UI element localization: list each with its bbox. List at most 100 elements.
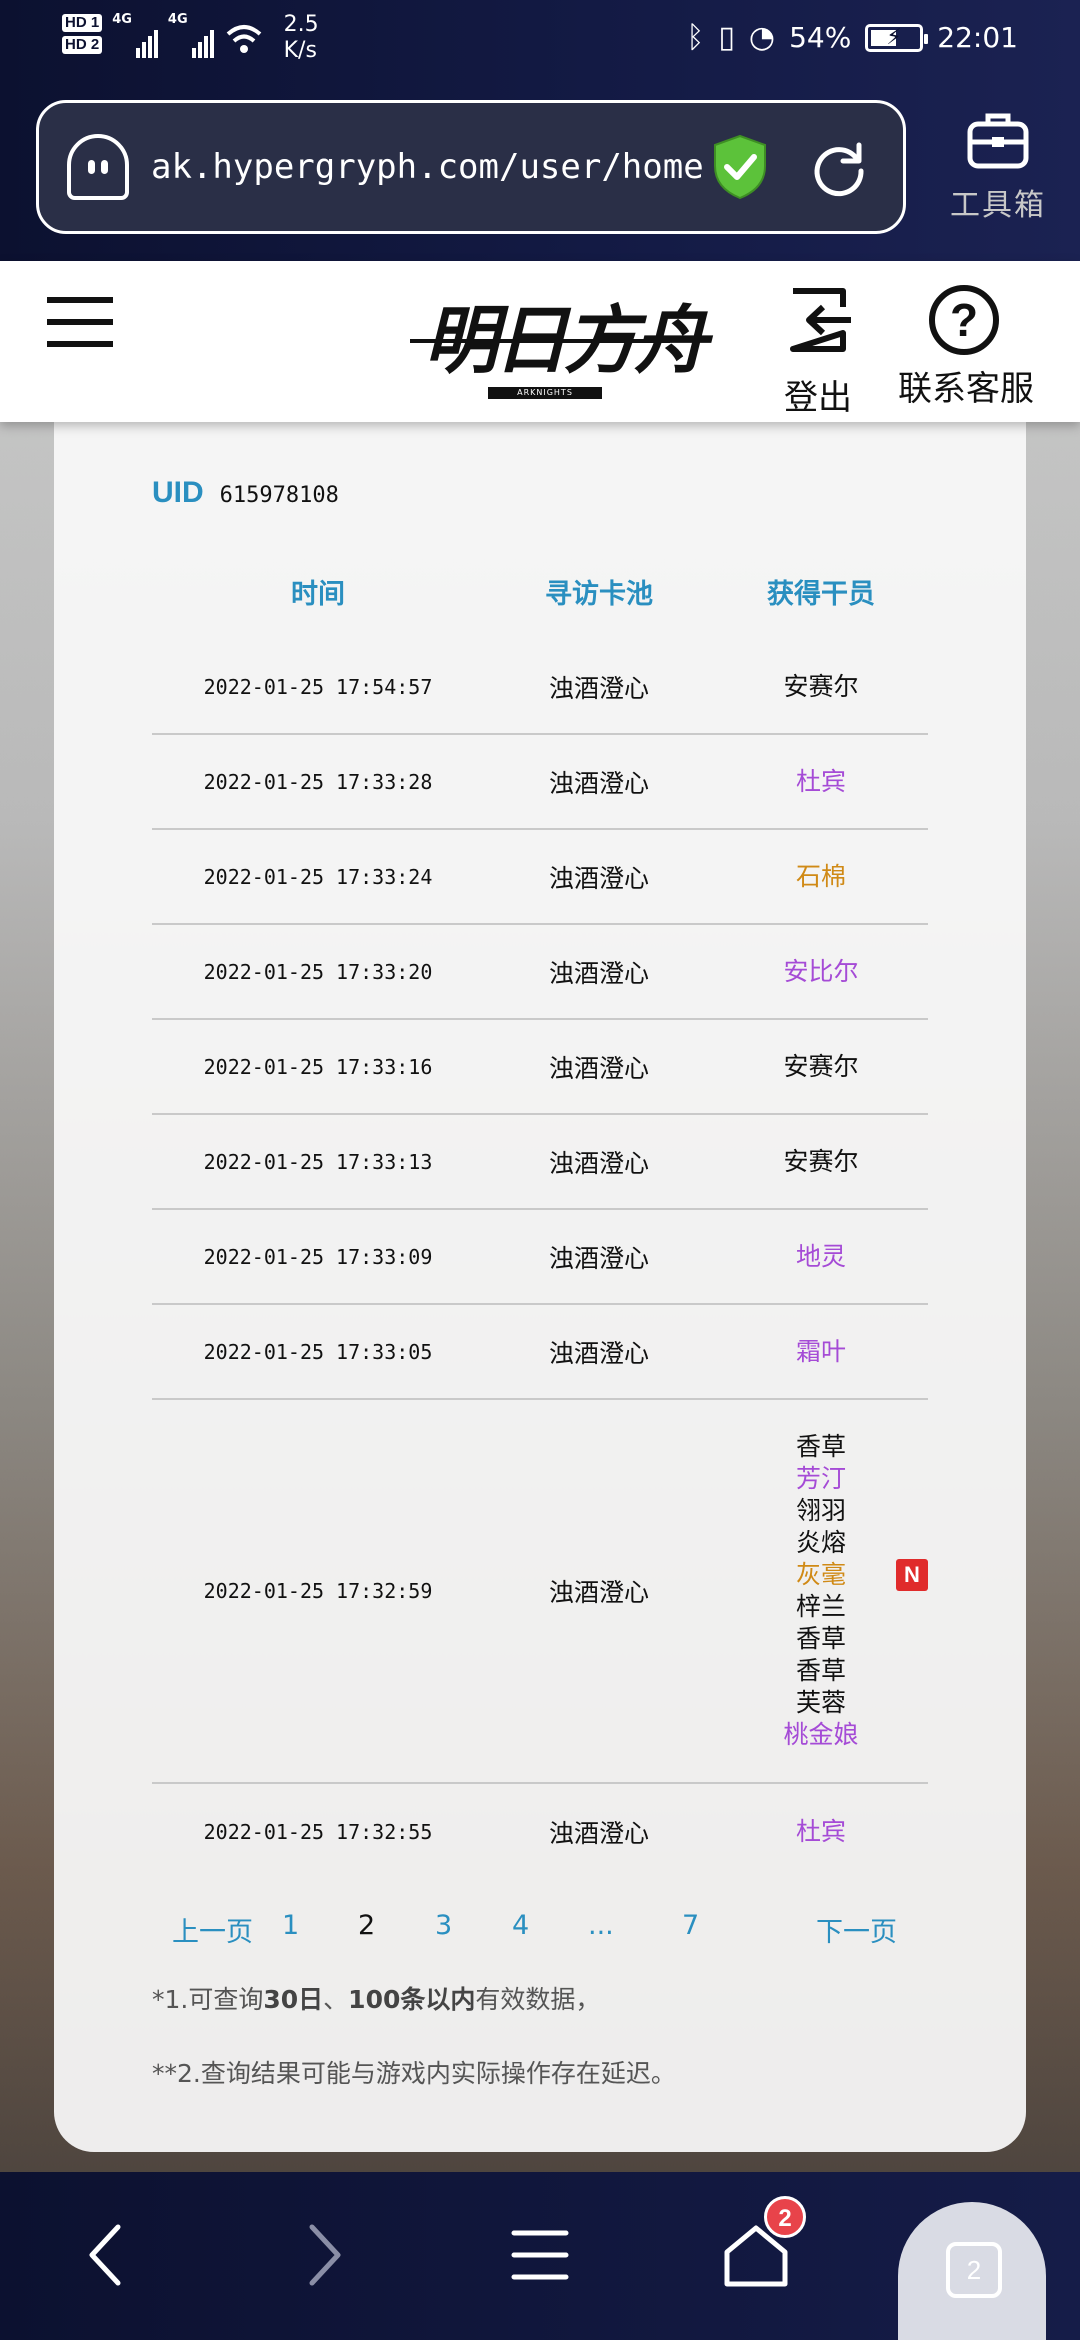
browser-chrome: HD 1 HD 2 4G 4G 2.5 K/s ᛒ ▯ ◔ 54% ⚡ 22:0… bbox=[0, 0, 1080, 261]
vibrate-icon: ▯ bbox=[718, 20, 735, 55]
table-row: 2022-01-25 17:33:05 浊酒澄心 霜叶 bbox=[152, 1305, 928, 1400]
back-button[interactable] bbox=[56, 2210, 156, 2300]
operator-name: 芳汀 bbox=[795, 1464, 846, 1493]
table-row: 2022-01-25 17:32:59 浊酒澄心 香草 芳汀 翎羽 炎熔 灰毫 N 梓兰 香草 香草… bbox=[152, 1400, 928, 1784]
logout-button[interactable]: 登出 bbox=[778, 285, 858, 419]
url-text[interactable]: ak.hypergryph.com/user/home bbox=[151, 147, 711, 187]
cell-time: 2022-01-25 17:33:16 bbox=[203, 1054, 433, 1079]
cell-operators: 香草 芳汀 翎羽 炎熔 灰毫 N 梓兰 香草 香草 芙蓉 桃金娘 bbox=[714, 1431, 928, 1751]
new-badge: N bbox=[896, 1559, 928, 1591]
notes: *1.可查询30日、100条以内有效数据， **2.查询结果可能与游戏内实际操作… bbox=[152, 1980, 952, 2128]
note-2: **2.查询结果可能与游戏内实际操作存在延迟。 bbox=[152, 2059, 676, 2088]
table-row: 2022-01-25 17:33:20 浊酒澄心 安比尔 bbox=[152, 925, 928, 1020]
cell-pool: 浊酒澄心 bbox=[548, 958, 649, 988]
cell-operators: 杜宾 bbox=[714, 766, 928, 798]
cell-operators: 地灵 bbox=[714, 1241, 928, 1273]
operator-name: 香草 bbox=[795, 1656, 846, 1685]
logo-text: 明日方舟 bbox=[424, 298, 708, 384]
reload-icon[interactable] bbox=[809, 137, 869, 197]
logout-label: 登出 bbox=[784, 378, 852, 418]
toolbox-icon bbox=[967, 113, 1029, 169]
operator-name: 香草 bbox=[795, 1624, 846, 1653]
bottom-navigation: 2 bbox=[0, 2172, 1080, 2340]
prev-page-button[interactable]: 上一页 bbox=[172, 1910, 253, 1949]
bluetooth-icon: ᛒ bbox=[686, 20, 705, 55]
operator-name: 安赛尔 bbox=[783, 1146, 859, 1176]
cell-pool: 浊酒澄心 bbox=[548, 863, 649, 893]
wifi-icon bbox=[226, 25, 261, 53]
table-row: 2022-01-25 17:33:16 浊酒澄心 安赛尔 bbox=[152, 1020, 928, 1115]
cell-time: 2022-01-25 17:32:59 bbox=[203, 1579, 433, 1603]
cell-operators: 安比尔 bbox=[714, 956, 928, 988]
toolbox-label: 工具箱 bbox=[950, 188, 1046, 223]
cell-time: 2022-01-25 17:54:57 bbox=[203, 674, 433, 699]
table-row: 2022-01-25 17:33:24 浊酒澄心 石棉 bbox=[152, 830, 928, 925]
signal-icon-2: 4G bbox=[168, 12, 214, 58]
menu-icon[interactable] bbox=[47, 297, 113, 351]
next-page-button[interactable]: 下一页 bbox=[816, 1910, 897, 1949]
site-header: 明日方舟 ARKNIGHTS 登出 ? 联系客服 bbox=[0, 261, 1080, 422]
security-shield-icon[interactable] bbox=[711, 134, 769, 200]
battery-icon: ⚡ bbox=[865, 23, 929, 52]
operator-name: 翎羽 bbox=[795, 1496, 846, 1525]
tabs-button[interactable]: 2 bbox=[898, 2202, 1046, 2340]
cell-pool: 浊酒澄心 bbox=[548, 1338, 649, 1368]
page-7-button[interactable]: 7 bbox=[682, 1910, 699, 1941]
clock: 22:01 bbox=[937, 21, 1018, 54]
status-bar-right: ᛒ ▯ ◔ 54% ⚡ 22:01 bbox=[686, 20, 1018, 55]
cell-time: 2022-01-25 17:33:24 bbox=[203, 864, 433, 889]
net-speed: 2.5 K/s bbox=[283, 12, 319, 63]
cell-operators: 石棉 bbox=[714, 861, 928, 893]
page-2-button[interactable]: 2 bbox=[358, 1910, 375, 1941]
history-table-body: 2022-01-25 17:54:57 浊酒澄心 安赛尔 2022-01-25 17:… bbox=[152, 640, 928, 1879]
table-row: 2022-01-25 17:33:09 浊酒澄心 地灵 bbox=[152, 1210, 928, 1305]
uid-row: UID 615978108 bbox=[152, 476, 339, 510]
operator-name: 杜宾 bbox=[795, 766, 846, 796]
page-1-button[interactable]: 1 bbox=[282, 1910, 299, 1941]
cell-pool: 浊酒澄心 bbox=[548, 1243, 649, 1273]
operator-name: 石棉 bbox=[795, 861, 846, 891]
note-1: *1.可查询30日、100条以内有效数据， bbox=[152, 1985, 601, 2014]
performance-icon: ◔ bbox=[748, 20, 776, 55]
cell-pool: 浊酒澄心 bbox=[548, 1578, 649, 1607]
cell-pool: 浊酒澄心 bbox=[548, 768, 649, 798]
table-header: 时间 寻访卡池 获得干员 bbox=[152, 572, 928, 622]
page-4-button[interactable]: 4 bbox=[512, 1910, 529, 1941]
tabs-count: 2 bbox=[946, 2242, 1002, 2298]
ghost-icon[interactable] bbox=[67, 134, 129, 200]
back-icon bbox=[89, 2224, 121, 2286]
table-row: 2022-01-25 17:32:55 浊酒澄心 杜宾 bbox=[152, 1784, 928, 1879]
arknights-logo[interactable]: 明日方舟 ARKNIGHTS bbox=[410, 279, 708, 407]
operator-name: 霜叶 bbox=[795, 1336, 846, 1366]
cell-time: 2022-01-25 17:33:20 bbox=[203, 959, 433, 984]
home-notification-badge: 2 bbox=[764, 2196, 806, 2238]
cell-operators: 霜叶 bbox=[714, 1336, 928, 1368]
forward-button[interactable] bbox=[274, 2210, 374, 2300]
cell-operators: 安赛尔 bbox=[714, 1146, 928, 1178]
operator-name: 香草 bbox=[795, 1432, 846, 1461]
cell-operators: 安赛尔 bbox=[714, 1051, 928, 1083]
forward-icon bbox=[309, 2224, 341, 2286]
battery-percent: 54% bbox=[789, 21, 852, 54]
cell-time: 2022-01-25 17:32:55 bbox=[203, 1819, 433, 1844]
operator-name: 芙蓉 bbox=[795, 1688, 846, 1717]
pagination: 上一页 1 2 3 4 ... 7 下一页 bbox=[152, 1910, 928, 1950]
signal-icon: 4G bbox=[112, 12, 158, 58]
support-label: 联系客服 bbox=[898, 369, 1034, 409]
operator-name: 安比尔 bbox=[783, 956, 859, 986]
toolbox-button[interactable]: 工具箱 bbox=[948, 110, 1048, 224]
operator-name: 梓兰 bbox=[795, 1592, 846, 1621]
cell-time: 2022-01-25 17:33:28 bbox=[203, 769, 433, 794]
status-bar-left: HD 1 HD 2 4G 4G 2.5 K/s bbox=[62, 12, 319, 64]
header-pool: 寻访卡池 bbox=[545, 579, 653, 610]
cell-operators: 安赛尔 bbox=[714, 671, 928, 703]
menu-button[interactable] bbox=[490, 2210, 590, 2300]
operator-name: 炎熔 bbox=[795, 1528, 846, 1557]
support-button[interactable]: ? 联系客服 bbox=[898, 285, 1034, 410]
table-row: 2022-01-25 17:54:57 浊酒澄心 安赛尔 bbox=[152, 640, 928, 735]
page-3-button[interactable]: 3 bbox=[435, 1910, 452, 1941]
uid-label: UID bbox=[152, 476, 204, 509]
hd1-indicator: HD 1 bbox=[62, 14, 103, 32]
address-bar[interactable]: ak.hypergryph.com/user/home bbox=[36, 100, 906, 234]
cell-pool: 浊酒澄心 bbox=[548, 1818, 649, 1848]
